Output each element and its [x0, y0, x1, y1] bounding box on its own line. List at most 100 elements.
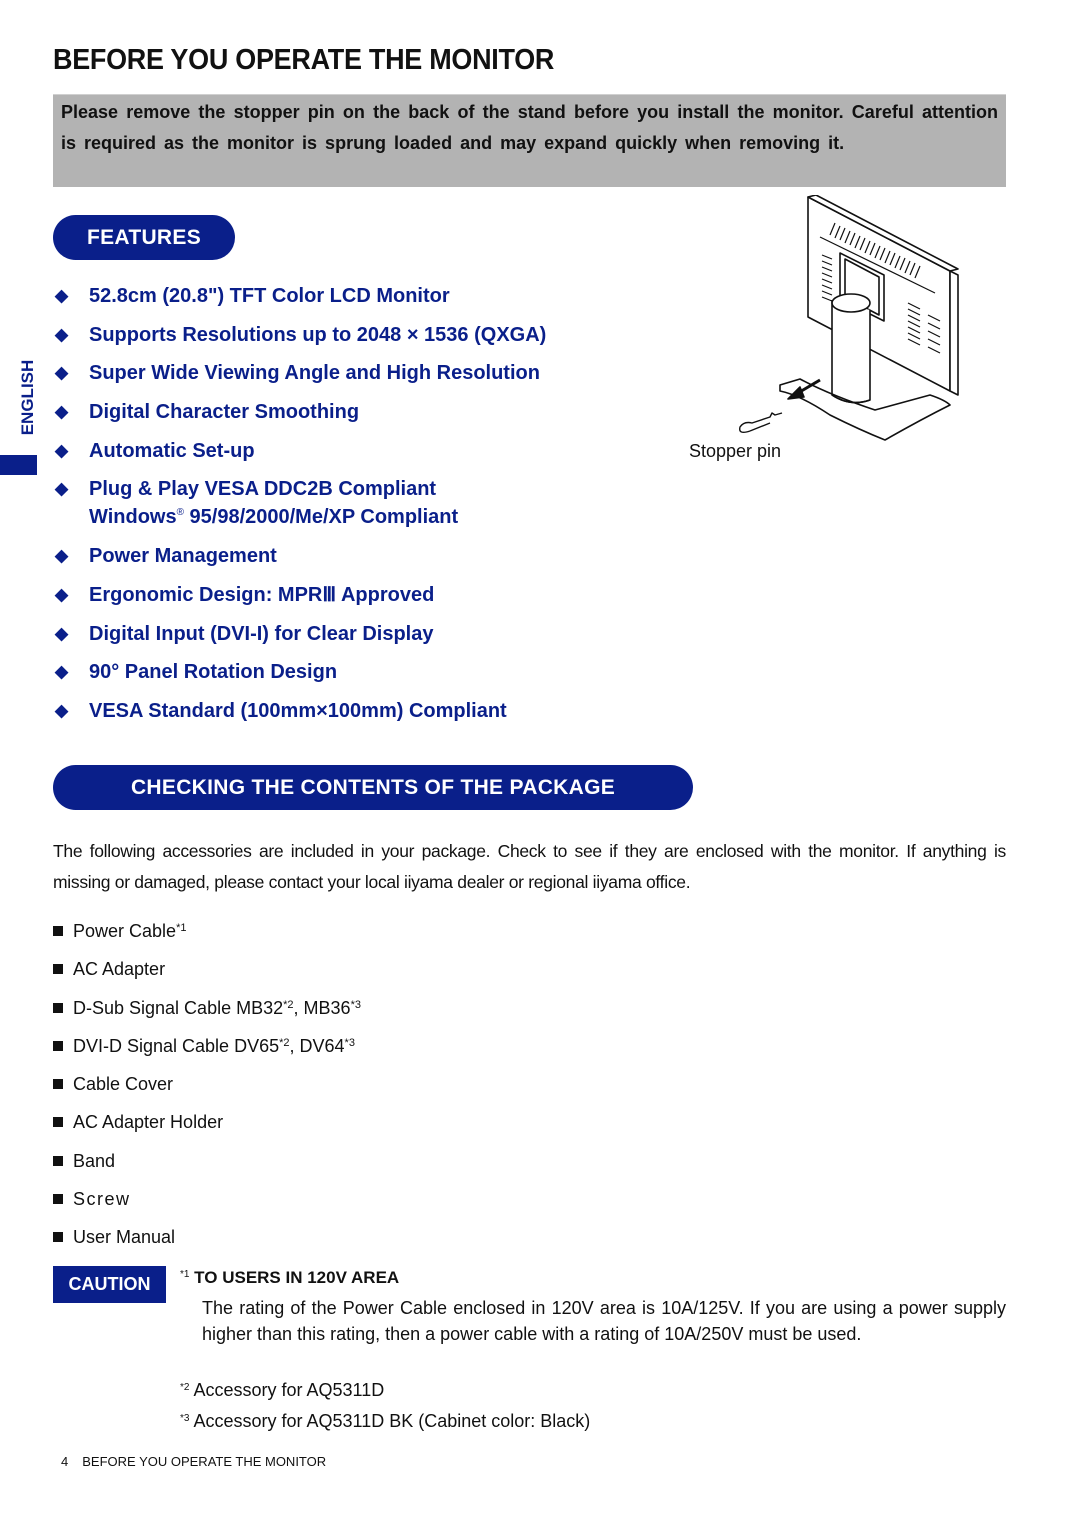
features-heading: FEATURES	[53, 215, 235, 260]
caution-badge: CAUTION	[53, 1266, 166, 1303]
diamond-bullet-icon: ◆	[55, 700, 69, 720]
feature-item: ◆ VESA Standard (100mm×100mm) Compliant	[55, 697, 675, 725]
language-tab-label: ENGLISH	[18, 359, 37, 436]
stopper-pin-caption: Stopper pin	[689, 441, 782, 461]
footnote-2: *2 Accessory for AQ5311D	[180, 1380, 384, 1401]
monitor-stand-illustration	[739, 195, 959, 441]
diamond-bullet-icon: ◆	[55, 402, 69, 422]
footnote-text: Accessory for AQ5311D BK (Cabinet color:…	[189, 1411, 591, 1431]
square-bullet-icon	[53, 1079, 63, 1090]
stand-column	[831, 300, 871, 404]
accessory-item: User Manual	[53, 1218, 361, 1256]
feature-item: ◆ Digital Character Smoothing	[55, 398, 675, 426]
feature-text: Super Wide Viewing Angle and High Resolu…	[89, 362, 540, 385]
package-intro-text: The following accessories are included i…	[53, 841, 1006, 892]
feature-item: ◆ Super Wide Viewing Angle and High Resol…	[55, 359, 675, 387]
notice-text: Please remove the stopper pin on the bac…	[61, 102, 998, 153]
caution-body-text: The rating of the Power Cable enclosed i…	[202, 1298, 1006, 1344]
caution-note-1-body: The rating of the Power Cable enclosed i…	[202, 1295, 1006, 1347]
feature-subline: Windows® 95/98/2000/Me/XP Compliant	[89, 503, 675, 531]
feature-text: Supports Resolutions up to 2048 × 1536 (…	[89, 323, 547, 346]
feature-text: Ergonomic Design: MPRⅢ Approved	[89, 583, 435, 606]
caution-title-text: TO USERS IN 120V AREA	[189, 1268, 400, 1287]
package-heading-text: CHECKING THE CONTENTS OF THE PACKAGE	[130, 775, 616, 799]
diamond-bullet-icon: ◆	[55, 662, 69, 682]
feature-text: Plug & Play VESA DDC2B Compliant	[89, 478, 437, 501]
accessory-item: D-Sub Signal Cable MB32*2, MB36*3	[53, 989, 361, 1027]
registered-mark: ®	[176, 507, 184, 519]
square-bullet-icon	[53, 1194, 63, 1205]
feature-item: ◆ Plug & Play VESA DDC2B Compliant Windows…	[55, 475, 675, 531]
accessory-name: Cable Cover	[73, 1074, 174, 1095]
diamond-bullet-icon: ◆	[55, 324, 69, 344]
footnote-mark: *3	[344, 1036, 355, 1049]
accessory-name: DVI-D Signal Cable DV65	[73, 1035, 280, 1056]
accessory-item: Screw	[53, 1180, 361, 1218]
square-bullet-icon	[53, 1117, 63, 1128]
feature-text: Automatic Set-up	[89, 439, 255, 462]
feature-item: ◆ Power Management	[55, 542, 675, 570]
accessory-name: D-Sub Signal Cable MB32	[73, 997, 284, 1018]
accessory-item: AC Adapter Holder	[53, 1103, 361, 1141]
accessory-name: User Manual	[73, 1227, 176, 1248]
caution-note-1-title: *1 TO USERS IN 120V AREA	[180, 1268, 399, 1288]
footnote-mark: *3	[350, 998, 361, 1011]
feature-item: ◆ 52.8cm (20.8") TFT Color LCD Monitor	[55, 282, 675, 310]
stopper-pin-notice: Please remove the stopper pin on the bac…	[53, 94, 1006, 187]
feature-text: 90° Panel Rotation Design	[89, 661, 338, 684]
diamond-bullet-icon: ◆	[55, 546, 69, 566]
page-title: BEFORE YOU OPERATE THE MONITOR	[53, 44, 555, 76]
feature-item: ◆ Automatic Set-up	[55, 437, 675, 465]
feature-text: Digital Input (DVI-I) for Clear Display	[89, 622, 434, 645]
feature-item: ◆ Digital Input (DVI-I) for Clear Display	[55, 620, 675, 648]
feature-item: ◆ Supports Resolutions up to 2048 × 1536 …	[55, 321, 675, 349]
monitor-panel-side	[949, 270, 959, 396]
features-list: ◆ 52.8cm (20.8") TFT Color LCD Monitor ◆ S…	[55, 282, 675, 736]
accessory-item: AC Adapter	[53, 950, 361, 988]
stopper-pin-icon	[739, 412, 783, 434]
footnote-mark: *2	[283, 998, 294, 1011]
feature-text: Digital Character Smoothing	[89, 401, 360, 424]
diamond-bullet-icon: ◆	[55, 440, 69, 460]
accessory-name-alt: , MB36	[293, 997, 351, 1018]
square-bullet-icon	[53, 1002, 63, 1013]
diamond-bullet-icon: ◆	[55, 363, 69, 383]
accessory-item: Band	[53, 1142, 361, 1180]
accessory-name: Band	[73, 1150, 116, 1171]
diamond-bullet-icon: ◆	[55, 623, 69, 643]
diamond-bullet-icon: ◆	[55, 286, 69, 305]
package-intro: The following accessories are included i…	[53, 836, 1006, 898]
feature-text: VESA Standard (100mm×100mm) Compliant	[89, 699, 507, 722]
footnote-mark: *1	[176, 922, 187, 934]
footer-section-title: BEFORE YOU OPERATE THE MONITOR	[82, 1454, 327, 1469]
square-bullet-icon	[53, 1155, 63, 1166]
accessory-item: Cable Cover	[53, 1065, 361, 1103]
square-bullet-icon	[53, 926, 63, 936]
square-bullet-icon	[53, 964, 63, 975]
caution-badge-text: CAUTION	[68, 1274, 151, 1294]
accessory-item: Power Cable*1	[53, 912, 361, 950]
accessory-name: Power Cable	[73, 921, 177, 941]
accessory-name: AC Adapter Holder	[73, 1112, 224, 1133]
accessory-name-alt: , DV64	[289, 1035, 345, 1056]
feature-text: Power Management	[89, 545, 277, 568]
windows-label: Windows	[89, 506, 177, 529]
page-number: 4	[61, 1454, 69, 1469]
square-bullet-icon	[53, 1232, 63, 1243]
footnote-3: *3 Accessory for AQ5311D BK (Cabinet col…	[180, 1411, 590, 1432]
language-tab-marker	[0, 455, 37, 475]
accessory-name: Screw	[73, 1189, 131, 1210]
language-tab: ENGLISH	[13, 350, 43, 445]
footnote-text: Accessory for AQ5311D	[189, 1380, 385, 1400]
page-footer: 4 BEFORE YOU OPERATE THE MONITOR	[61, 1454, 326, 1469]
windows-versions: 95/98/2000/Me/XP Compliant	[183, 506, 459, 529]
accessory-list: Power Cable*1 AC Adapter D-Sub Signal Ca…	[53, 912, 361, 1257]
accessory-name: AC Adapter	[73, 959, 166, 980]
diamond-bullet-icon: ◆	[55, 584, 69, 604]
feature-item: ◆ Ergonomic Design: MPRⅢ Approved	[55, 581, 675, 609]
square-bullet-icon	[53, 1040, 63, 1051]
footnote-mark: *2	[279, 1036, 290, 1049]
feature-text: 52.8cm (20.8") TFT Color LCD Monitor	[89, 285, 450, 307]
features-heading-text: FEATURES	[86, 225, 201, 249]
accessory-item: DVI-D Signal Cable DV65*2, DV64*3	[53, 1027, 361, 1065]
